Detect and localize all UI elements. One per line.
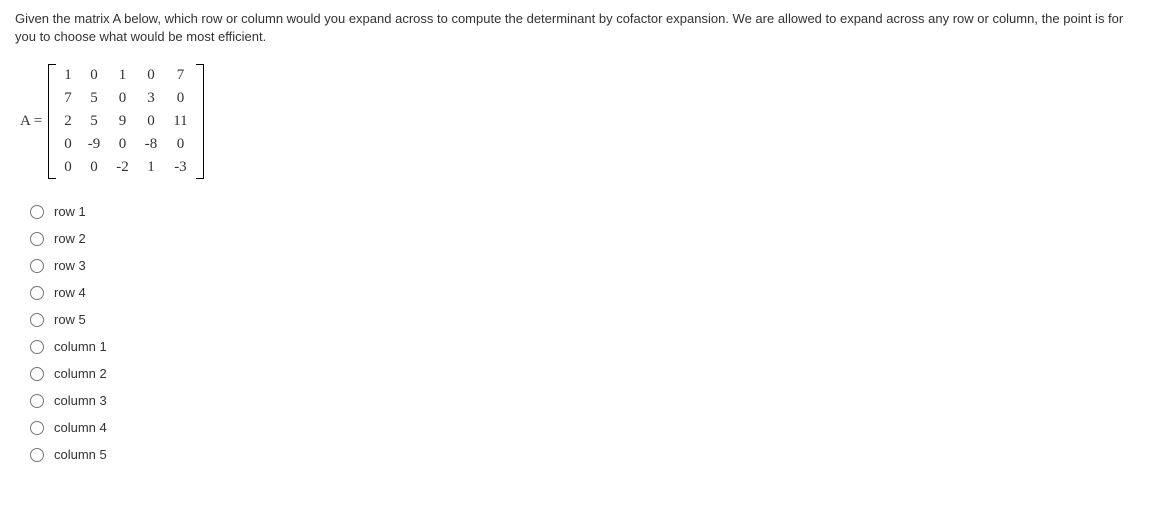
option-row-5: row 5 bbox=[30, 312, 1146, 327]
matrix-cell: 5 bbox=[80, 87, 109, 110]
matrix-cell: -2 bbox=[108, 156, 137, 179]
matrix-cell: 9 bbox=[108, 110, 137, 133]
option-label: row 3 bbox=[54, 258, 86, 273]
matrix-row: 1 0 1 0 7 bbox=[56, 64, 195, 87]
matrix-body: 1 0 1 0 7 7 5 0 3 0 2 5 9 0 11 0 -9 0 -8… bbox=[56, 64, 195, 179]
option-label: column 5 bbox=[54, 447, 107, 462]
option-radio-column-4[interactable] bbox=[30, 421, 44, 435]
matrix-cell: 0 bbox=[137, 64, 166, 87]
option-row-4: row 4 bbox=[30, 285, 1146, 300]
matrix-cell: 11 bbox=[165, 110, 195, 133]
matrix-cell: 0 bbox=[108, 133, 137, 156]
matrix-cell: 0 bbox=[165, 133, 195, 156]
option-column-4: column 4 bbox=[30, 420, 1146, 435]
option-column-1: column 1 bbox=[30, 339, 1146, 354]
option-label: column 2 bbox=[54, 366, 107, 381]
option-radio-row-1[interactable] bbox=[30, 205, 44, 219]
matrix-cell: 1 bbox=[56, 64, 80, 87]
matrix-cell: -3 bbox=[165, 156, 195, 179]
option-row-2: row 2 bbox=[30, 231, 1146, 246]
option-label: row 1 bbox=[54, 204, 86, 219]
matrix-cell: 1 bbox=[137, 156, 166, 179]
matrix-cell: 5 bbox=[80, 110, 109, 133]
matrix-cell: 0 bbox=[137, 110, 166, 133]
option-label: row 4 bbox=[54, 285, 86, 300]
option-row-1: row 1 bbox=[30, 204, 1146, 219]
matrix-cell: 0 bbox=[56, 133, 80, 156]
option-column-2: column 2 bbox=[30, 366, 1146, 381]
option-radio-row-2[interactable] bbox=[30, 232, 44, 246]
matrix-cell: 7 bbox=[56, 87, 80, 110]
matrix-cell: -9 bbox=[80, 133, 109, 156]
option-radio-row-4[interactable] bbox=[30, 286, 44, 300]
option-radio-column-5[interactable] bbox=[30, 448, 44, 462]
matrix-row: 7 5 0 3 0 bbox=[56, 87, 195, 110]
matrix-left-bracket bbox=[48, 64, 56, 179]
options-group: row 1 row 2 row 3 row 4 row 5 column 1 c… bbox=[30, 204, 1146, 462]
option-radio-column-3[interactable] bbox=[30, 394, 44, 408]
question-text: Given the matrix A below, which row or c… bbox=[15, 10, 1146, 46]
option-column-3: column 3 bbox=[30, 393, 1146, 408]
matrix-cell: 7 bbox=[165, 64, 195, 87]
matrix-cell: 0 bbox=[108, 87, 137, 110]
option-label: row 5 bbox=[54, 312, 86, 327]
option-label: column 4 bbox=[54, 420, 107, 435]
matrix-cell: 2 bbox=[56, 110, 80, 133]
option-label: column 3 bbox=[54, 393, 107, 408]
matrix-cell: 3 bbox=[137, 87, 166, 110]
matrix-cell: 0 bbox=[56, 156, 80, 179]
option-label: row 2 bbox=[54, 231, 86, 246]
option-column-5: column 5 bbox=[30, 447, 1146, 462]
option-radio-row-5[interactable] bbox=[30, 313, 44, 327]
matrix-cell: -8 bbox=[137, 133, 166, 156]
option-radio-column-2[interactable] bbox=[30, 367, 44, 381]
option-row-3: row 3 bbox=[30, 258, 1146, 273]
matrix-display: A = 1 0 1 0 7 7 5 0 3 0 2 5 9 0 11 0 -9 … bbox=[20, 64, 1146, 179]
matrix-row: 2 5 9 0 11 bbox=[56, 110, 195, 133]
option-radio-column-1[interactable] bbox=[30, 340, 44, 354]
option-radio-row-3[interactable] bbox=[30, 259, 44, 273]
matrix-row: 0 -9 0 -8 0 bbox=[56, 133, 195, 156]
matrix-cell: 0 bbox=[80, 64, 109, 87]
matrix-row: 0 0 -2 1 -3 bbox=[56, 156, 195, 179]
matrix-cell: 1 bbox=[108, 64, 137, 87]
matrix-cell: 0 bbox=[165, 87, 195, 110]
option-label: column 1 bbox=[54, 339, 107, 354]
matrix-label: A = bbox=[20, 113, 42, 130]
matrix-right-bracket bbox=[196, 64, 204, 179]
matrix-cell: 0 bbox=[80, 156, 109, 179]
